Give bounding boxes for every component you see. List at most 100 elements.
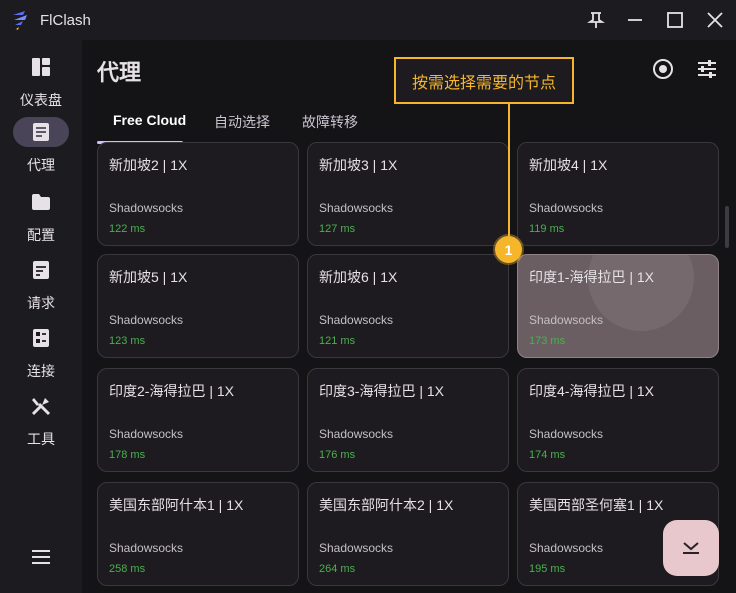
settings-button[interactable] — [690, 54, 724, 84]
proxy-type: Shadowsocks — [319, 541, 394, 555]
locate-button[interactable] — [646, 54, 680, 84]
proxy-name: 美国东部阿什本2 | 1X — [319, 497, 454, 513]
minimize-button[interactable] — [620, 6, 650, 34]
sidebar-item-label: 请求 — [27, 295, 55, 311]
proxy-delay: 119 ms — [529, 223, 565, 235]
collapse-icon — [683, 542, 699, 554]
tab-free-cloud[interactable]: Free Cloud — [113, 112, 186, 128]
proxy-card[interactable]: 美国东部阿什本1 | 1X Shadowsocks 258 ms — [97, 482, 299, 586]
connection-icon — [33, 329, 49, 347]
proxy-card[interactable]: 新加坡3 | 1X Shadowsocks 127 ms — [307, 142, 509, 246]
proxy-name: 新加坡4 | 1X — [529, 157, 608, 173]
proxy-name: 新加坡5 | 1X — [109, 269, 188, 285]
proxy-name: 新加坡3 | 1X — [319, 157, 398, 173]
proxy-name: 印度2-海得拉巴 | 1X — [109, 383, 234, 399]
sidebar-item-label: 仪表盘 — [20, 92, 62, 108]
proxy-type: Shadowsocks — [319, 313, 394, 327]
proxy-card[interactable]: 新加坡6 | 1X Shadowsocks 121 ms — [307, 254, 509, 358]
title-bar: FlClash — [0, 0, 736, 40]
page-title: 代理 — [97, 60, 142, 85]
sidebar-item-proxy[interactable]: 代理 — [0, 117, 82, 179]
proxy-type: Shadowsocks — [109, 313, 184, 327]
proxy-name: 印度4-海得拉巴 | 1X — [529, 383, 654, 399]
nav-pill — [13, 323, 69, 353]
sidebar-item-tools[interactable]: 工具 — [0, 391, 82, 453]
proxy-type: Shadowsocks — [529, 427, 604, 441]
proxy-name: 新加坡6 | 1X — [319, 269, 398, 285]
proxy-type: Shadowsocks — [529, 201, 604, 215]
proxy-name: 印度1-海得拉巴 | 1X — [529, 269, 654, 285]
menu-button[interactable] — [26, 542, 56, 572]
pin-icon — [587, 12, 605, 28]
proxy-card[interactable]: 印度3-海得拉巴 | 1X Shadowsocks 176 ms — [307, 368, 509, 472]
annotation-badge: 1 — [495, 236, 522, 263]
proxy-type: Shadowsocks — [109, 201, 184, 215]
proxy-grid: 新加坡2 | 1X Shadowsocks 122 ms 新加坡3 | 1X S… — [97, 142, 721, 593]
proxy-card[interactable]: 新加坡5 | 1X Shadowsocks 123 ms — [97, 254, 299, 358]
annotation-callout: 按需选择需要的节点 — [394, 57, 574, 104]
sidebar-item-label: 配置 — [27, 227, 55, 243]
proxy-card[interactable]: 新加坡4 | 1X Shadowsocks 119 ms — [517, 142, 719, 246]
tab-failover[interactable]: 故障转移 — [302, 112, 358, 132]
dashboard-icon — [32, 58, 50, 76]
proxy-type: Shadowsocks — [319, 201, 394, 215]
proxy-delay: 195 ms — [529, 563, 566, 575]
pin-button[interactable] — [581, 6, 611, 34]
request-icon — [33, 261, 49, 279]
maximize-icon — [667, 12, 683, 28]
sidebar: 仪表盘 代理 配置 请求 连接 工具 — [0, 40, 82, 593]
nav-pill — [13, 187, 69, 217]
menu-icon — [32, 550, 50, 564]
sidebar-item-label: 工具 — [27, 431, 55, 447]
collapse-fab-button[interactable] — [663, 520, 719, 576]
proxy-delay: 178 ms — [109, 449, 146, 461]
tune-icon — [698, 60, 716, 78]
target-icon — [653, 59, 673, 79]
sidebar-item-requests[interactable]: 请求 — [0, 255, 82, 317]
sidebar-item-connections[interactable]: 连接 — [0, 323, 82, 385]
proxy-name: 美国东部阿什本1 | 1X — [109, 497, 244, 513]
proxy-card[interactable]: 印度4-海得拉巴 | 1X Shadowsocks 174 ms — [517, 368, 719, 472]
proxy-type: Shadowsocks — [529, 313, 604, 327]
close-button[interactable] — [700, 6, 730, 34]
proxy-delay: 121 ms — [319, 335, 356, 347]
proxy-delay: 122 ms — [109, 223, 146, 235]
nav-pill — [13, 391, 69, 421]
proxy-delay: 123 ms — [109, 335, 146, 347]
proxy-type: Shadowsocks — [109, 427, 184, 441]
sidebar-item-label: 连接 — [27, 363, 55, 379]
proxy-type: Shadowsocks — [109, 541, 184, 555]
proxy-name: 新加坡2 | 1X — [109, 157, 188, 173]
nav-pill — [13, 117, 69, 147]
proxy-card[interactable]: 新加坡2 | 1X Shadowsocks 122 ms — [97, 142, 299, 246]
app-title: FlClash — [40, 12, 91, 29]
proxy-delay: 264 ms — [319, 563, 356, 575]
app-logo — [13, 11, 27, 30]
proxy-card[interactable]: 美国东部阿什本2 | 1X Shadowsocks 264 ms — [307, 482, 509, 586]
proxy-icon — [33, 123, 49, 141]
proxy-delay: 258 ms — [109, 563, 146, 575]
scrollbar[interactable] — [725, 206, 729, 248]
sidebar-item-config[interactable]: 配置 — [0, 187, 82, 249]
proxy-type: Shadowsocks — [319, 427, 394, 441]
proxy-delay: 174 ms — [529, 449, 566, 461]
folder-icon — [32, 194, 50, 210]
proxy-card[interactable]: 印度2-海得拉巴 | 1X Shadowsocks 178 ms — [97, 368, 299, 472]
nav-pill — [13, 255, 69, 285]
tools-icon — [31, 398, 51, 416]
nav-pill — [13, 52, 69, 82]
main-content: 代理 Free Cloud 自动选择 故障转移 新加坡2 | 1X Shadow… — [82, 40, 736, 593]
proxy-delay: 173 ms — [529, 335, 566, 347]
maximize-button[interactable] — [660, 6, 690, 34]
minimize-icon — [628, 19, 642, 21]
close-icon — [707, 12, 723, 28]
sidebar-item-dashboard[interactable]: 仪表盘 — [0, 52, 82, 114]
annotation-line — [508, 104, 510, 236]
proxy-delay: 176 ms — [319, 449, 356, 461]
proxy-delay: 127 ms — [319, 223, 356, 235]
tab-auto-select[interactable]: 自动选择 — [214, 112, 270, 132]
proxy-type: Shadowsocks — [529, 541, 604, 555]
proxy-card-selected[interactable]: 印度1-海得拉巴 | 1X Shadowsocks 173 ms — [517, 254, 719, 358]
proxy-name: 美国西部圣何塞1 | 1X — [529, 497, 664, 513]
proxy-name: 印度3-海得拉巴 | 1X — [319, 383, 444, 399]
